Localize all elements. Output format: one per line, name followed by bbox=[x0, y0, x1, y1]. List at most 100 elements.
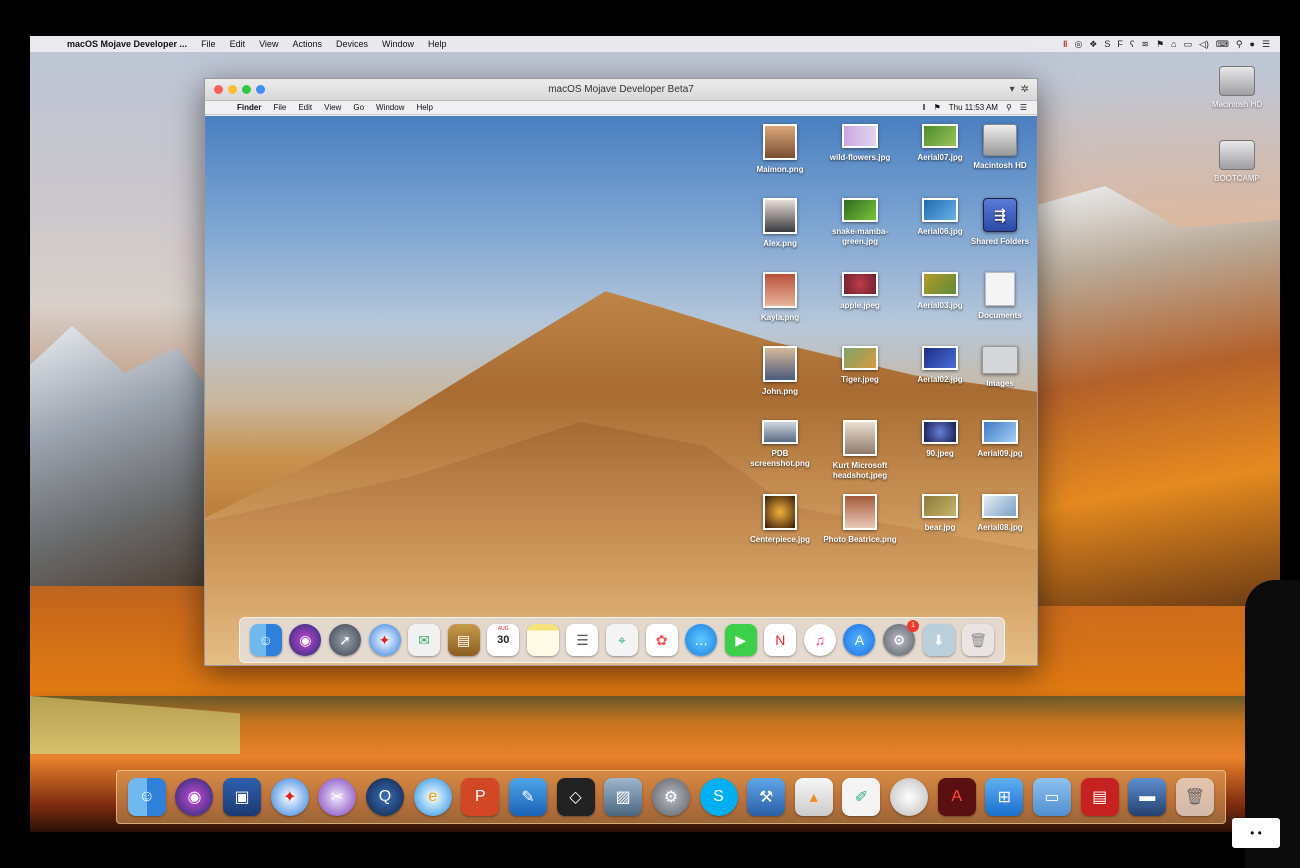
opera-icon[interactable]: ◎ bbox=[1074, 39, 1082, 50]
siri-icon[interactable]: ● bbox=[1249, 39, 1254, 50]
file-snake-mamba[interactable]: snake-mamba-green.jpg bbox=[821, 198, 899, 247]
menu-icon[interactable]: ☰ bbox=[1020, 103, 1027, 112]
safari-icon[interactable]: ✦ bbox=[270, 778, 309, 816]
system-preferences-icon[interactable]: ⚙ bbox=[651, 778, 690, 816]
file-kayla[interactable]: Kayla.png bbox=[741, 272, 819, 323]
guest-app-name[interactable]: Finder bbox=[231, 103, 267, 112]
messages-icon[interactable]: … bbox=[685, 624, 718, 656]
search-icon[interactable]: ⚲ bbox=[1236, 39, 1243, 50]
downloads-icon[interactable]: ⬇ bbox=[922, 624, 955, 656]
acrobat-icon[interactable]: A bbox=[937, 778, 976, 816]
file-shared-folders[interactable]: ⇶ Shared Folders bbox=[961, 198, 1037, 247]
file-pdb-screenshot[interactable]: PDB screenshot.png bbox=[741, 420, 819, 469]
news-icon[interactable]: N bbox=[764, 624, 797, 656]
file-john[interactable]: John.png bbox=[741, 346, 819, 397]
keyboard-icon[interactable]: ⌨ bbox=[1216, 39, 1229, 50]
parallels-desktop-icon[interactable]: ▣ bbox=[223, 778, 262, 816]
home-icon[interactable]: ⌂ bbox=[1171, 39, 1176, 50]
file-macintosh-hd[interactable]: Macintosh HD bbox=[961, 124, 1037, 171]
guest-clock[interactable]: Thu 11:53 AM bbox=[949, 103, 998, 112]
siri-icon[interactable]: ◉ bbox=[289, 624, 322, 656]
kindle-icon[interactable]: ◇ bbox=[556, 778, 595, 816]
bear-icon[interactable]: ʕ bbox=[1130, 39, 1135, 50]
host-menu-edit[interactable]: Edit bbox=[223, 39, 253, 49]
preview-icon[interactable]: ▨ bbox=[604, 778, 643, 816]
airplay-icon[interactable]: ▭ bbox=[1183, 39, 1192, 50]
facetime-icon[interactable]: ▶ bbox=[724, 624, 757, 656]
mail-icon[interactable]: ✉ bbox=[408, 624, 441, 656]
file-photo-beatrice[interactable]: Photo Beatrice.png bbox=[821, 494, 899, 545]
guest-menu-go[interactable]: Go bbox=[347, 103, 370, 112]
app-store-icon[interactable]: A bbox=[843, 624, 876, 656]
host-menu-help[interactable]: Help bbox=[421, 39, 454, 49]
file-images[interactable]: Images bbox=[961, 346, 1037, 389]
boot-camp-icon[interactable] bbox=[890, 778, 929, 816]
host-disk-bootcamp[interactable]: BOOTCAMP bbox=[1202, 140, 1272, 183]
host-menu-view[interactable]: View bbox=[252, 39, 285, 49]
windows-icon[interactable]: ⊞ bbox=[985, 778, 1024, 816]
internet-explorer-icon[interactable]: e bbox=[413, 778, 452, 816]
screenshot-folder-icon[interactable]: ▬ bbox=[1128, 778, 1167, 816]
flipboard-icon[interactable]: F bbox=[1117, 39, 1123, 50]
file-kurt-headshot[interactable]: Kurt Microsoft headshot.jpeg bbox=[821, 420, 899, 481]
dropbox-icon[interactable]: ❖ bbox=[1089, 39, 1097, 50]
folder-icon[interactable]: ▭ bbox=[1032, 778, 1071, 816]
vm-titlebar[interactable]: macOS Mojave Developer Beta7 ▾ ✲ bbox=[205, 79, 1037, 101]
parallels-icon[interactable]: ‖ bbox=[922, 103, 925, 112]
system-preferences-icon[interactable]: ⚙ 1 bbox=[883, 620, 920, 656]
host-app-name[interactable]: macOS Mojave Developer ... bbox=[60, 39, 194, 49]
host-disk-macintosh-hd[interactable]: Macintosh HD bbox=[1202, 66, 1272, 109]
siri-icon[interactable]: ◉ bbox=[175, 778, 214, 816]
photos-icon[interactable]: ✿ bbox=[645, 624, 678, 656]
file-alex[interactable]: Alex.png bbox=[741, 198, 819, 249]
wifi-icon[interactable]: ≋ bbox=[1141, 39, 1149, 50]
script-editor-icon[interactable]: ✐ bbox=[842, 778, 881, 816]
reminders-icon[interactable]: ☰ bbox=[566, 624, 599, 656]
contacts-icon[interactable]: ▤ bbox=[447, 624, 480, 656]
file-maimon[interactable]: Maimon.png bbox=[741, 124, 819, 175]
guest-menu-file[interactable]: File bbox=[267, 103, 292, 112]
parallels-icon[interactable]: ‖ bbox=[1063, 39, 1067, 50]
paint-icon[interactable]: ✎ bbox=[508, 778, 547, 816]
launchpad-icon[interactable]: ➚ bbox=[328, 624, 361, 656]
host-menu-devices[interactable]: Devices bbox=[329, 39, 375, 49]
safari-icon[interactable]: ✦ bbox=[368, 624, 401, 656]
guest-menu-view[interactable]: View bbox=[318, 103, 347, 112]
trash-icon[interactable]: 🗑 bbox=[962, 624, 995, 656]
file-aerial08[interactable]: Aerial08.jpg bbox=[961, 494, 1037, 533]
skype-icon[interactable]: S bbox=[1104, 39, 1110, 50]
guest-desktop[interactable]: Maimon.png wild-flowers.jpg Aerial07.jpg… bbox=[205, 116, 1037, 665]
menu-icon[interactable]: ☰ bbox=[1262, 39, 1270, 50]
powerpoint-icon[interactable]: P bbox=[461, 778, 500, 816]
final-cut-icon[interactable]: ✂ bbox=[318, 778, 357, 816]
file-apple[interactable]: apple.jpeg bbox=[821, 272, 899, 311]
search-icon[interactable]: ⚲ bbox=[1006, 103, 1012, 112]
guest-menu-edit[interactable]: Edit bbox=[292, 103, 318, 112]
xcode-icon[interactable]: ⚒ bbox=[747, 778, 786, 816]
finder-icon[interactable]: ☺ bbox=[127, 778, 166, 816]
file-documents[interactable]: Documents bbox=[961, 272, 1037, 321]
notes-icon[interactable] bbox=[526, 624, 559, 656]
maps-icon[interactable]: ⌖ bbox=[605, 624, 638, 656]
flag-icon[interactable]: ⚑ bbox=[1156, 39, 1164, 50]
itunes-icon[interactable]: ♫ bbox=[803, 624, 836, 656]
finder-icon[interactable]: ☺ bbox=[249, 624, 282, 656]
vm-window[interactable]: macOS Mojave Developer Beta7 ▾ ✲ Finder … bbox=[204, 78, 1038, 666]
guest-menu-help[interactable]: Help bbox=[410, 103, 438, 112]
host-menu-actions[interactable]: Actions bbox=[285, 39, 329, 49]
file-tiger[interactable]: Tiger.jpeg bbox=[821, 346, 899, 385]
file-aerial09[interactable]: Aerial09.jpg bbox=[961, 420, 1037, 459]
trash-icon[interactable]: 🗑 bbox=[1175, 778, 1214, 816]
flag-icon[interactable]: ⚑ bbox=[934, 103, 941, 112]
guest-menu-window[interactable]: Window bbox=[370, 103, 410, 112]
host-menu-window[interactable]: Window bbox=[375, 39, 421, 49]
skype-icon[interactable]: S bbox=[699, 778, 738, 816]
file-wild-flowers[interactable]: wild-flowers.jpg bbox=[821, 124, 899, 163]
volume-icon[interactable]: ◁) bbox=[1199, 39, 1209, 50]
calendar-icon[interactable]: AUG 30 bbox=[487, 624, 520, 656]
keynote-icon[interactable]: ▴ bbox=[794, 778, 833, 816]
file-centerpiece[interactable]: Centerpiece.jpg bbox=[741, 494, 819, 545]
host-menu-file[interactable]: File bbox=[194, 39, 223, 49]
quicktime-icon[interactable]: Q bbox=[366, 778, 405, 816]
pdf-folder-icon[interactable]: ▤ bbox=[1080, 778, 1119, 816]
